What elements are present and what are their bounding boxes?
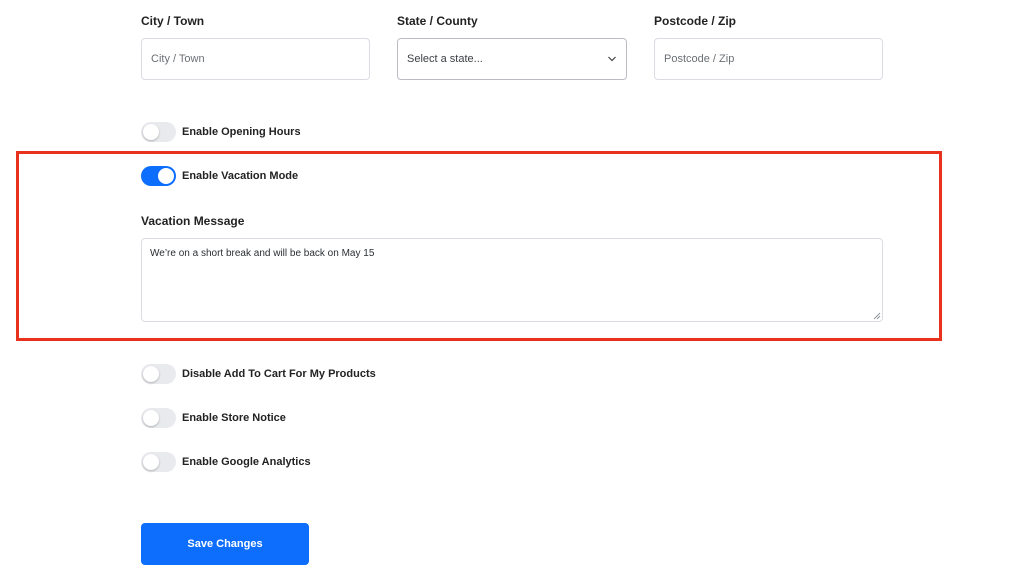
toggle-knob — [143, 410, 159, 426]
store-notice-toggle[interactable] — [141, 408, 176, 428]
disable-add-to-cart-toggle[interactable] — [141, 364, 176, 384]
vacation-message-textarea[interactable]: We’re on a short break and will be back … — [141, 238, 883, 322]
vacation-mode-toggle[interactable] — [141, 166, 176, 186]
store-notice-row: Enable Store Notice — [141, 408, 286, 428]
state-select-value: Select a state... — [407, 53, 483, 65]
toggle-knob — [143, 366, 159, 382]
city-label: City / Town — [141, 14, 205, 28]
store-notice-label: Enable Store Notice — [182, 412, 286, 424]
vacation-mode-row: Enable Vacation Mode — [141, 166, 298, 186]
opening-hours-row: Enable Opening Hours — [141, 122, 301, 142]
vacation-message-label: Vacation Message — [141, 214, 245, 228]
city-input[interactable] — [141, 38, 370, 80]
resize-grip-icon[interactable] — [873, 312, 881, 320]
toggle-knob — [143, 124, 159, 140]
toggle-knob — [143, 454, 159, 470]
postcode-label: Postcode / Zip — [654, 14, 737, 28]
chevron-down-icon — [607, 54, 617, 64]
google-analytics-toggle[interactable] — [141, 452, 176, 472]
vacation-mode-label: Enable Vacation Mode — [182, 170, 299, 182]
disable-add-to-cart-row: Disable Add To Cart For My Products — [141, 364, 376, 384]
save-changes-button[interactable]: Save Changes — [141, 523, 309, 565]
toggle-knob — [158, 168, 174, 184]
postcode-input[interactable] — [654, 38, 883, 80]
disable-add-to-cart-label: Disable Add To Cart For My Products — [182, 368, 376, 380]
state-select[interactable]: Select a state... — [397, 38, 627, 80]
opening-hours-toggle[interactable] — [141, 122, 176, 142]
google-analytics-row: Enable Google Analytics — [141, 452, 311, 472]
state-label: State / County — [397, 14, 478, 28]
opening-hours-label: Enable Opening Hours — [182, 126, 301, 138]
google-analytics-label: Enable Google Analytics — [182, 456, 311, 468]
